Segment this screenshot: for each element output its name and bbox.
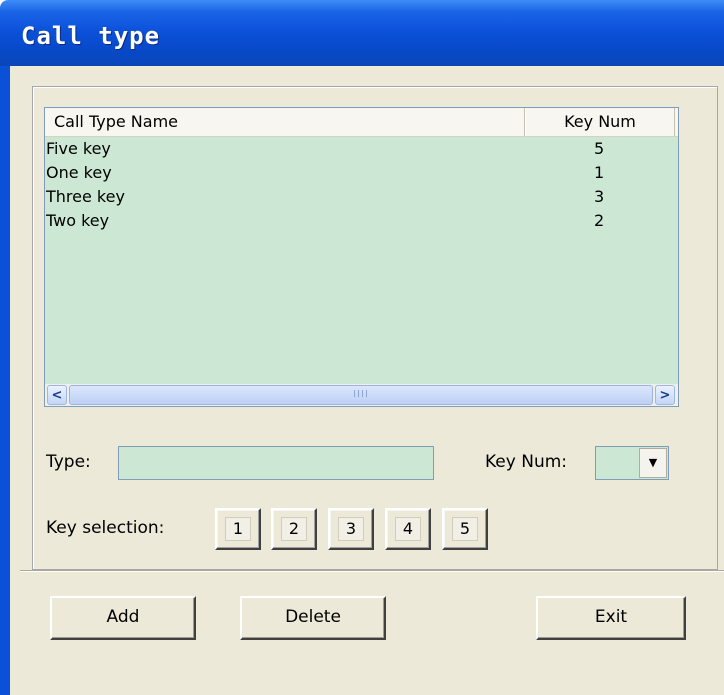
list-item[interactable]: One key 1: [45, 161, 678, 185]
separator: [20, 570, 724, 572]
key-num-value: 5: [594, 139, 605, 158]
key-num-value: 2: [594, 211, 605, 230]
key-num-select[interactable]: ▼: [595, 446, 669, 480]
list-header: Call Type Name Key Num: [45, 108, 678, 137]
call-type-name: Three key: [46, 187, 125, 206]
scroll-thumb[interactable]: IIII: [69, 385, 653, 405]
call-type-window: Call type Call Type Name Key Num Five ke…: [0, 0, 724, 695]
horizontal-scrollbar[interactable]: < IIII >: [45, 384, 678, 406]
list-item[interactable]: Two key 2: [45, 209, 678, 233]
exit-button[interactable]: Exit: [536, 596, 686, 640]
key-3-button[interactable]: 3: [328, 508, 374, 550]
list-item[interactable]: Three key 3: [45, 185, 678, 209]
window-title: Call type: [21, 22, 161, 50]
key-1-button[interactable]: 1: [215, 508, 261, 550]
key-4-button[interactable]: 4: [385, 508, 431, 550]
column-header-call-type-name[interactable]: Call Type Name: [45, 108, 525, 136]
type-input[interactable]: [118, 446, 434, 480]
call-type-list[interactable]: Call Type Name Key Num Five key 5 One ke…: [44, 107, 679, 407]
list-item[interactable]: Five key 5: [45, 137, 678, 161]
call-type-name: Five key: [46, 139, 111, 158]
type-label: Type:: [46, 452, 91, 472]
scroll-right-icon[interactable]: >: [655, 385, 675, 405]
list-rows: Five key 5 One key 1 Three key 3 Two key…: [45, 137, 678, 233]
key-1-label: 1: [225, 517, 251, 541]
delete-button[interactable]: Delete: [240, 596, 386, 640]
add-button[interactable]: Add: [50, 596, 196, 640]
call-type-name: Two key: [46, 211, 110, 230]
call-type-name: One key: [46, 163, 112, 182]
key-2-button[interactable]: 2: [271, 508, 317, 550]
scroll-left-icon[interactable]: <: [47, 385, 67, 405]
key-5-label: 5: [452, 517, 478, 541]
key-5-button[interactable]: 5: [442, 508, 488, 550]
key-num-label: Key Num:: [485, 452, 568, 472]
title-bar[interactable]: Call type: [0, 0, 724, 66]
window-border: [0, 66, 10, 695]
dialog-client: Call Type Name Key Num Five key 5 One ke…: [10, 66, 724, 695]
key-num-value: 1: [594, 163, 605, 182]
key-selection-label: Key selection:: [46, 518, 165, 538]
column-header-key-num[interactable]: Key Num: [525, 108, 675, 136]
key-3-label: 3: [338, 517, 364, 541]
key-2-label: 2: [281, 517, 307, 541]
key-4-label: 4: [395, 517, 421, 541]
chevron-down-icon[interactable]: ▼: [639, 448, 667, 478]
key-num-value: 3: [594, 187, 605, 206]
